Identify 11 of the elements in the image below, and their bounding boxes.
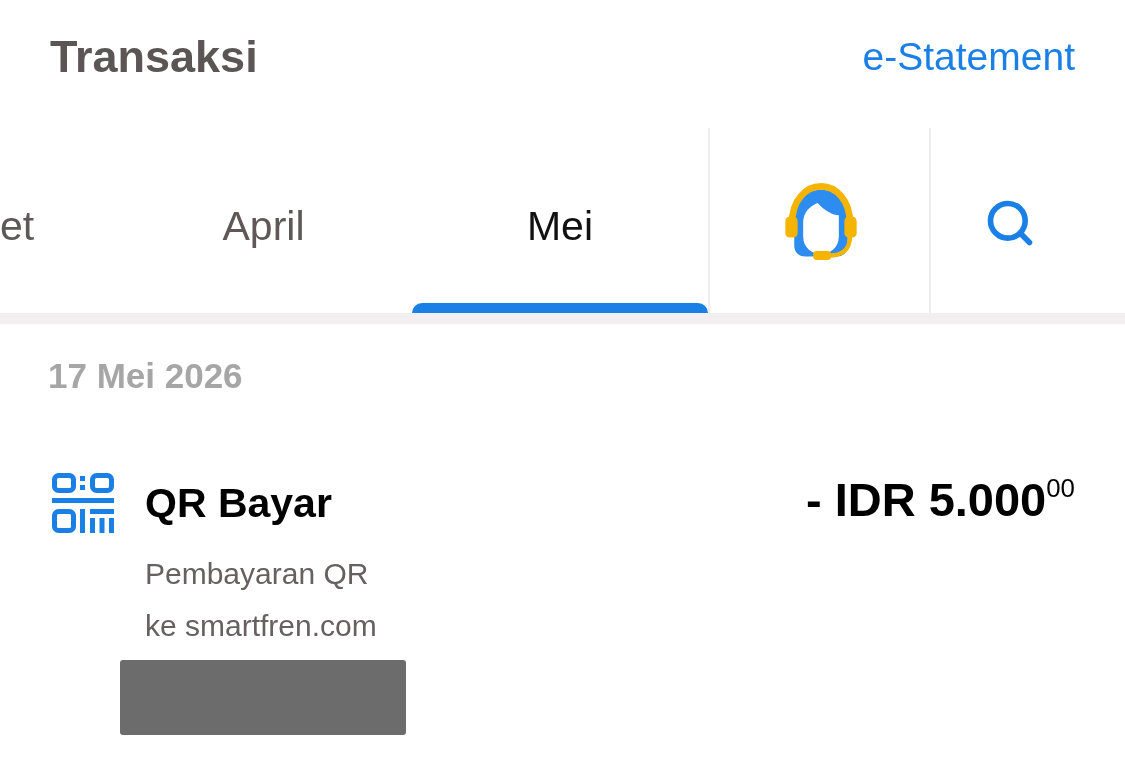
month-tab[interactable]: April <box>115 125 412 313</box>
qr-code-icon <box>52 473 114 533</box>
date-heading: 17 Mei 2026 <box>48 358 243 393</box>
month-tab[interactable]: Mei <box>412 125 708 313</box>
transaction-title: QR Bayar <box>145 483 332 524</box>
e-statement-link[interactable]: e-Statement <box>862 37 1075 76</box>
month-tab[interactable]: et <box>0 125 115 313</box>
transaction-amount: - IDR 5.000$^{00}$ <box>805 476 1075 523</box>
transaction-description: ke smartfren.com <box>145 608 377 644</box>
page-title: Transaksi <box>50 34 258 79</box>
transaction-description: Pembayaran QR <box>145 556 369 592</box>
